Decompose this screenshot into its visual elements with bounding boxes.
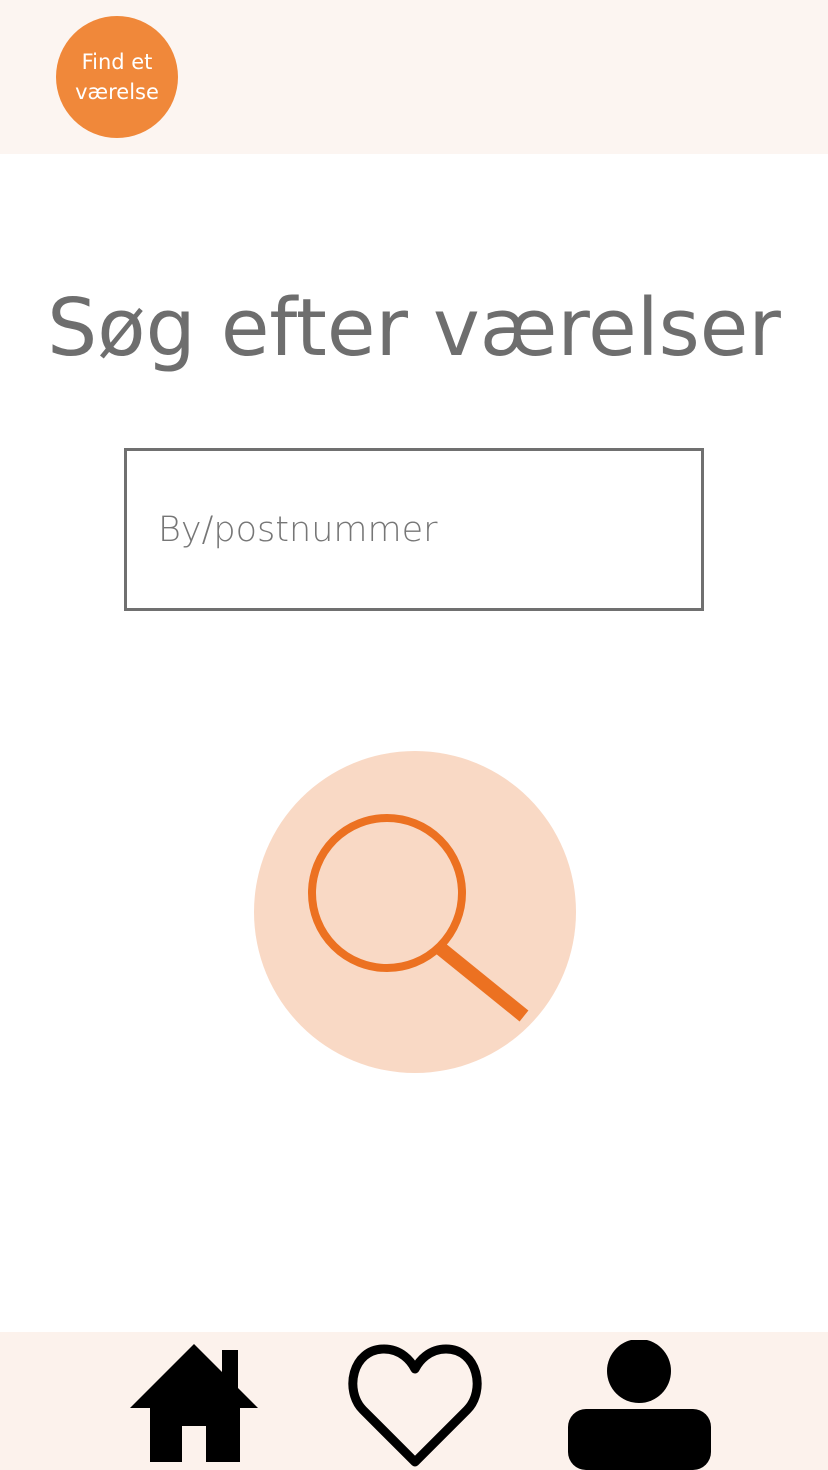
heart-icon: [348, 1344, 482, 1467]
magnifier-icon: [308, 814, 529, 1022]
app-logo[interactable]: Find et værelse: [56, 16, 178, 138]
top-bar: Find et værelse: [0, 0, 828, 154]
search-button[interactable]: [254, 751, 576, 1073]
nav-favorites[interactable]: [347, 1343, 483, 1467]
location-search-input[interactable]: [127, 451, 701, 608]
nav-home[interactable]: [130, 1344, 258, 1462]
user-icon: [568, 1340, 711, 1470]
app-logo-text: Find et værelse: [75, 50, 159, 104]
location-search-box[interactable]: [124, 448, 704, 611]
nav-profile[interactable]: [566, 1340, 712, 1470]
page-title: Søg efter værelser: [47, 282, 781, 374]
bottom-nav: [0, 1332, 828, 1470]
home-icon: [130, 1344, 258, 1462]
